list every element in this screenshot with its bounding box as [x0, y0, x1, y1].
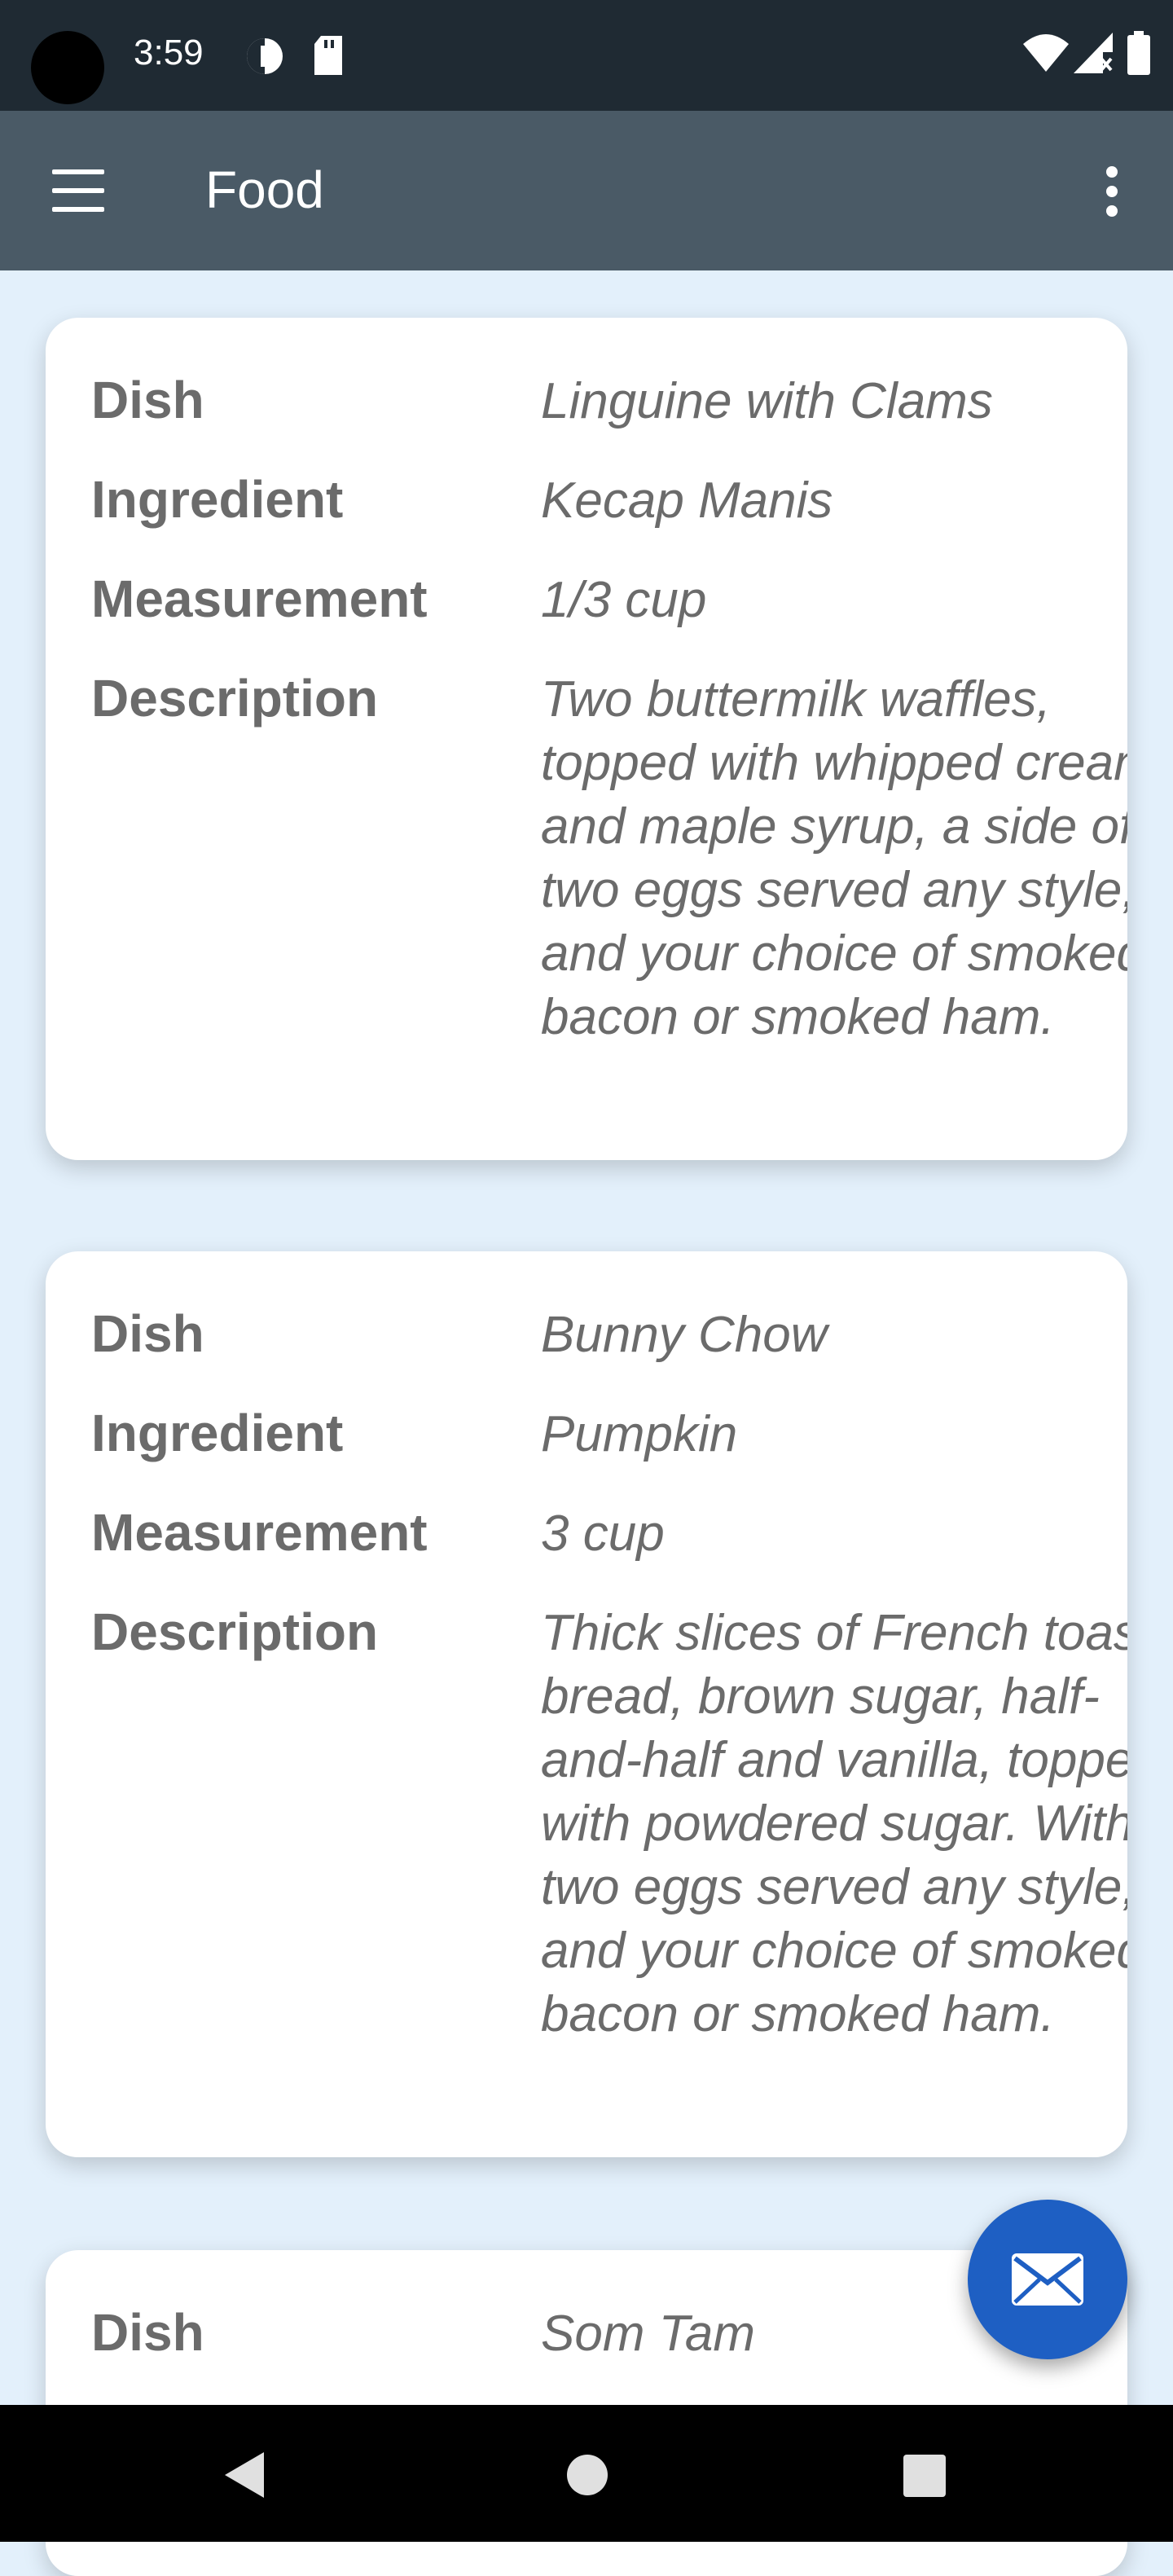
food-card[interactable]: Dish Linguine with Clams Ingredient Keca…: [46, 318, 1127, 1160]
measurement-label: Measurement: [91, 569, 428, 628]
camera-cutout: [31, 31, 104, 104]
status-bar: 3:59: [0, 0, 1173, 111]
wifi-icon: [1023, 33, 1069, 76]
status-time: 3:59: [134, 33, 204, 73]
measurement-value: 3 cup: [541, 1506, 665, 1562]
measurement-label: Measurement: [91, 1503, 428, 1562]
cell-signal-icon: [1074, 33, 1113, 77]
email-icon: [1012, 2253, 1083, 2306]
ingredient-label: Ingredient: [91, 470, 344, 529]
sd-card-icon: [313, 36, 344, 79]
description-value: Thick slices of French toast bread, brow…: [541, 1605, 1127, 2042]
battery-icon: [1127, 31, 1150, 79]
dish-label: Dish: [91, 2303, 204, 2362]
dish-value: Bunny Chow: [541, 1307, 828, 1363]
email-fab-button[interactable]: [968, 2200, 1127, 2359]
measurement-value: 1/3 cup: [541, 572, 707, 628]
app-bar: Food: [0, 111, 1173, 270]
ingredient-value: Pumpkin: [541, 1406, 738, 1462]
ingredient-value: Kecap Manis: [541, 473, 833, 529]
description-value: Two buttermilk waffles, topped with whip…: [541, 671, 1127, 1045]
dish-value: Linguine with Clams: [541, 373, 993, 429]
dish-label: Dish: [91, 1304, 204, 1363]
more-vert-icon[interactable]: [1096, 166, 1126, 218]
food-card[interactable]: Dish Bunny Chow Ingredient Pumpkin Measu…: [46, 1251, 1127, 2157]
description-label: Description: [91, 1602, 379, 1661]
dish-label: Dish: [91, 371, 204, 429]
back-icon[interactable]: [222, 2451, 267, 2503]
home-icon[interactable]: [565, 2451, 609, 2503]
system-nav-bar: [0, 2405, 1173, 2542]
description-label: Description: [91, 669, 379, 728]
recents-icon[interactable]: [903, 2454, 947, 2502]
data-saver-icon: [244, 36, 285, 81]
page-title: Food: [205, 160, 324, 219]
hamburger-menu-icon[interactable]: [49, 165, 108, 217]
ingredient-label: Ingredient: [91, 1404, 344, 1462]
